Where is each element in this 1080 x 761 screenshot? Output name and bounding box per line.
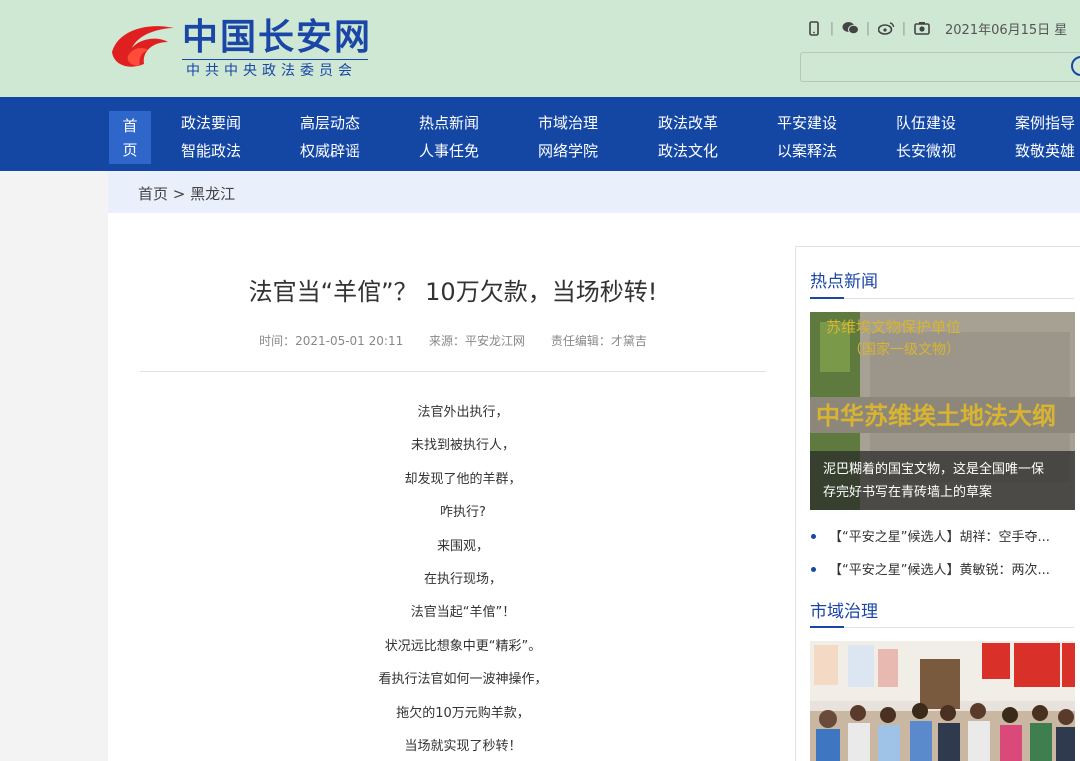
logo-divider [182, 59, 368, 60]
mobile-icon[interactable] [803, 18, 825, 38]
site-logo[interactable]: 中国长安网 中共中央政法委员会 [108, 18, 378, 84]
feature-caption-line: 泥巴糊着的国宝文物，这是全国唯一保 [823, 462, 1045, 477]
city-governance-heading[interactable]: 市域治理 [810, 597, 878, 622]
toolbar-separator: | [901, 20, 907, 36]
article-source: 来源：平安龙江网 [429, 334, 526, 348]
nav-item[interactable]: 人事任免 [419, 141, 479, 161]
logo-subtitle: 中共中央政法委员会 [186, 63, 357, 79]
article-editor: 责任编辑：才黛吉 [550, 334, 647, 348]
wechat-icon[interactable] [839, 18, 861, 38]
article-meta: 时间：2021-05-01 20:11 来源：平安龙江网 责任编辑：才黛吉 [140, 332, 766, 349]
feature-caption-line: 存完好书写在青砖墙上的草案 [823, 485, 993, 500]
nav-item[interactable]: 权威辟谣 [300, 141, 360, 161]
bullet-icon [811, 534, 816, 539]
camera-icon[interactable] [911, 18, 933, 38]
nav-item[interactable]: 智能政法 [181, 141, 241, 161]
site-header: 中国长安网 中共中央政法委员会 | | | 2021年06月15日 星 [0, 0, 1080, 97]
article-paragraph: 法官当起“羊倌”！ [410, 605, 516, 620]
feature-news-caption[interactable]: 泥巴糊着的国宝文物，这是全国唯一保 存完好书写在青砖墙上的草案 [810, 451, 1075, 510]
nav-home[interactable]: 首 页 [109, 111, 151, 164]
article-title: 法官当“羊倌”？ 10万欠款，当场秒转! [248, 278, 658, 306]
nav-item[interactable]: 长安微视 [896, 141, 956, 161]
nav-home-char: 首 [122, 117, 138, 136]
logo-title: 中国长安网 [182, 17, 373, 58]
svg-text:中华苏维埃土地法大纲: 中华苏维埃土地法大纲 [816, 402, 1056, 430]
nav-item[interactable]: 政法要闻 [181, 113, 241, 133]
nav-item[interactable]: 政法改革 [658, 113, 718, 133]
current-date: 2021年06月15日 星 [945, 22, 1068, 38]
news-list-item[interactable]: 【“平安之星”候选人】胡祥：空手夺... [810, 526, 1080, 545]
nav-home-char: 页 [122, 140, 138, 159]
article-paragraph: 当场就实现了秒转！ [404, 739, 522, 754]
nav-item[interactable]: 平安建设 [777, 113, 837, 133]
article-paragraph: 咋执行? [440, 505, 486, 520]
svg-text:（国家一级文物）: （国家一级文物） [848, 341, 960, 358]
top-toolbar: | | | 2021年06月15日 星 [803, 17, 1080, 39]
article-paragraph: 拖欠的10万元购羊款， [396, 706, 530, 721]
nav-item[interactable]: 市域治理 [538, 113, 598, 133]
article-paragraph: 状况远比想象中更“精彩”。 [384, 639, 542, 654]
search-input[interactable] [800, 52, 1080, 82]
svg-text:苏维埃文物保护单位: 苏维埃文物保护单位 [826, 318, 961, 336]
breadcrumb-bar [108, 171, 1080, 213]
news-list-item[interactable]: 【“平安之星”候选人】黄敏锐：两次... [810, 559, 1080, 578]
article-paragraph: 未找到被执行人， [410, 438, 515, 453]
logo-swirl-icon [112, 26, 174, 67]
toolbar-separator: | [829, 20, 835, 36]
article-paragraph: 来围观， [436, 539, 489, 554]
article-paragraph: 却发现了他的羊群， [404, 472, 522, 487]
nav-item[interactable]: 热点新闻 [419, 113, 479, 133]
toolbar-separator: | [865, 20, 871, 36]
bullet-icon [811, 567, 816, 572]
hot-news-heading[interactable]: 热点新闻 [810, 267, 878, 292]
nav-item[interactable]: 政法文化 [658, 141, 718, 161]
breadcrumb[interactable]: 首页 > 黑龙江 [138, 183, 235, 204]
article-paragraph: 看执行法官如何一波神操作， [378, 672, 548, 687]
article-paragraph: 在执行现场， [423, 572, 502, 587]
news-item-title: 【“平安之星”候选人】黄敏锐：两次... [829, 563, 1050, 578]
section-rule [810, 298, 1074, 299]
nav-item[interactable]: 高层动态 [300, 113, 360, 133]
section-rule-accent [810, 626, 844, 628]
article-paragraph: 法官外出执行， [417, 405, 509, 420]
nav-item[interactable]: 致敬英雄 [1015, 141, 1075, 161]
nav-item[interactable]: 队伍建设 [896, 113, 956, 133]
news-item-title: 【“平安之星”候选人】胡祥：空手夺... [829, 530, 1050, 545]
nav-item[interactable]: 以案释法 [777, 141, 837, 161]
article-divider [140, 371, 766, 372]
city-governance-image[interactable] [810, 641, 1075, 761]
section-rule-accent [810, 297, 844, 299]
article-time: 时间：2021-05-01 20:11 [259, 334, 404, 348]
weibo-icon[interactable] [875, 18, 897, 38]
section-rule [810, 627, 1074, 628]
nav-item[interactable]: 网络学院 [538, 141, 598, 161]
nav-item[interactable]: 案例指导 [1015, 113, 1075, 133]
main-nav: 首 页 政法要闻 高层动态 热点新闻 市域治理 政法改革 平安建设 队伍建设 案… [0, 97, 1080, 171]
